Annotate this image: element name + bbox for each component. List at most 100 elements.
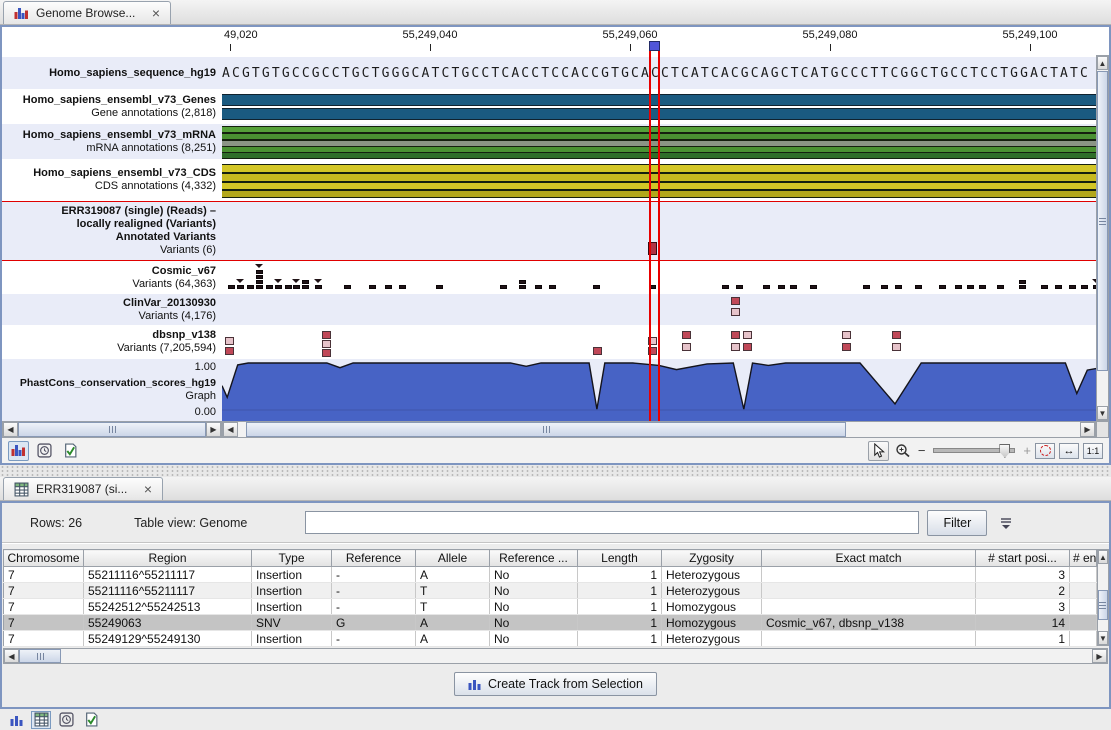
scrollbar-thumb[interactable] (1098, 590, 1108, 620)
column-header-allele[interactable]: Allele (416, 550, 490, 567)
scroll-left-icon[interactable]: ◀ (223, 422, 238, 437)
variant-marker[interactable] (549, 285, 556, 289)
variant-marker[interactable] (399, 285, 406, 289)
variant-marker[interactable] (302, 285, 309, 289)
variant-marker[interactable] (892, 343, 901, 351)
variant-marker[interactable] (256, 275, 263, 279)
zoom-out-icon[interactable]: − (918, 443, 926, 458)
scroll-down-icon[interactable]: ▼ (1097, 406, 1108, 420)
variant-marker[interactable] (778, 285, 785, 289)
variant-marker[interactable] (648, 242, 657, 255)
variant-marker[interactable] (979, 285, 986, 289)
variant-marker[interactable] (344, 285, 351, 289)
variant-marker[interactable] (955, 285, 962, 289)
scroll-up-icon[interactable]: ▲ (1098, 550, 1108, 564)
zoom-to-selection-button[interactable] (1035, 443, 1055, 459)
variant-marker[interactable] (743, 343, 752, 351)
variant-marker[interactable] (895, 285, 902, 289)
table-row[interactable]: 755211116^55211117Insertion-TNo1Heterozy… (4, 583, 1097, 599)
table-view-icon[interactable] (31, 711, 51, 729)
variant-marker[interactable] (593, 347, 602, 355)
close-icon[interactable]: × (144, 484, 152, 494)
variant-marker[interactable] (892, 331, 901, 339)
variant-marker[interactable] (763, 285, 770, 289)
scroll-left-icon[interactable]: ◀ (3, 422, 18, 437)
close-icon[interactable]: × (152, 8, 160, 18)
column-header-reference-[interactable]: Reference ... (490, 550, 578, 567)
table-row[interactable]: 755211116^55211117Insertion-ANo1Heterozy… (4, 567, 1097, 583)
variant-marker[interactable] (237, 285, 244, 289)
variant-marker[interactable] (863, 285, 870, 289)
variant-marker[interactable] (881, 285, 888, 289)
history-view-icon[interactable] (34, 441, 55, 461)
variant-marker[interactable] (266, 285, 273, 289)
mrna-annotation-bar[interactable] (222, 133, 1096, 140)
table-header-row[interactable]: ChromosomeRegionTypeReferenceAlleleRefer… (4, 550, 1097, 567)
zoom-in-icon[interactable]: + (1023, 443, 1031, 458)
browser-vertical-scrollbar[interactable]: ▲ ▼ (1096, 55, 1109, 421)
track-row-cds[interactable]: Homo_sapiens_ensembl_v73_CDS CDS annotat… (2, 159, 1109, 201)
variant-marker[interactable] (997, 285, 1004, 289)
column-header-type[interactable]: Type (252, 550, 332, 567)
variant-marker[interactable] (322, 340, 331, 348)
variant-marker[interactable] (593, 285, 600, 289)
element-info-view-icon[interactable] (60, 441, 81, 461)
variant-marker[interactable] (436, 285, 443, 289)
variant-marker[interactable] (535, 285, 542, 289)
variant-marker[interactable] (790, 285, 797, 289)
tab-genome-browser[interactable]: Genome Browse... × (3, 1, 171, 24)
variant-marker[interactable] (731, 297, 740, 305)
scroll-right-icon[interactable]: ▶ (1080, 422, 1095, 437)
ruler[interactable]: 49,02055,249,04055,249,06055,249,08055,2… (222, 27, 1109, 57)
variant-marker[interactable] (1041, 285, 1048, 289)
fit-width-button[interactable]: ↔ (1059, 443, 1079, 459)
table-vertical-scrollbar[interactable]: ▲ ▼ (1097, 549, 1109, 646)
variant-marker[interactable] (519, 285, 526, 289)
column-header-zygosity[interactable]: Zygosity (662, 550, 762, 567)
mrna-annotation-bar[interactable] (222, 126, 1096, 133)
column-header--en[interactable]: # en (1070, 550, 1097, 567)
track-view-icon[interactable] (6, 711, 26, 729)
column-header-length[interactable]: Length (578, 550, 662, 567)
tab-variant-table[interactable]: ERR319087 (si... × (3, 477, 163, 500)
track-list-view-button[interactable] (8, 441, 29, 461)
column-header-reference[interactable]: Reference (332, 550, 416, 567)
scrollbar-thumb[interactable] (19, 649, 61, 663)
variant-marker[interactable] (285, 285, 292, 289)
track-row-genes[interactable]: Homo_sapiens_ensembl_v73_Genes Gene anno… (2, 89, 1109, 124)
variant-marker[interactable] (736, 285, 743, 289)
table-row[interactable]: 755249063SNVGANo1HomozygousCosmic_v67, d… (4, 615, 1097, 631)
filter-search-input[interactable] (305, 511, 919, 534)
pan-select-cursor-button[interactable] (868, 441, 889, 461)
scroll-left-icon[interactable]: ◀ (4, 649, 19, 663)
mrna-annotation-bar[interactable] (222, 152, 1096, 159)
variant-marker[interactable] (810, 285, 817, 289)
variant-marker[interactable] (315, 285, 322, 289)
scroll-right-icon[interactable]: ▶ (206, 422, 221, 437)
variant-marker[interactable] (256, 280, 263, 284)
variant-table[interactable]: ChromosomeRegionTypeReferenceAlleleRefer… (3, 549, 1097, 647)
variant-marker[interactable] (369, 285, 376, 289)
variant-marker[interactable] (302, 280, 309, 284)
variant-marker[interactable] (731, 308, 740, 316)
variant-marker[interactable] (385, 285, 392, 289)
variant-marker[interactable] (322, 331, 331, 339)
variant-marker[interactable] (842, 343, 851, 351)
variant-marker[interactable] (967, 285, 974, 289)
variant-marker[interactable] (225, 337, 234, 345)
zoom-slider-thumb[interactable] (999, 444, 1010, 458)
cds-annotation-bar[interactable] (222, 173, 1096, 182)
track-row-variants-err319087[interactable]: ERR319087 (single) (Reads) – locally rea… (2, 201, 1109, 261)
variant-marker[interactable] (682, 331, 691, 339)
filter-button[interactable]: Filter (927, 510, 987, 536)
zoom-slider[interactable] (933, 448, 1015, 453)
variant-marker[interactable] (256, 285, 263, 289)
variant-marker[interactable] (915, 285, 922, 289)
variant-marker[interactable] (682, 343, 691, 351)
cds-annotation-bar[interactable] (222, 190, 1096, 198)
variant-marker[interactable] (1069, 285, 1076, 289)
scroll-up-icon[interactable]: ▲ (1097, 56, 1108, 70)
variant-marker[interactable] (275, 285, 282, 289)
advanced-filter-icon[interactable] (997, 514, 1015, 532)
column-header-exact-match[interactable]: Exact match (762, 550, 976, 567)
